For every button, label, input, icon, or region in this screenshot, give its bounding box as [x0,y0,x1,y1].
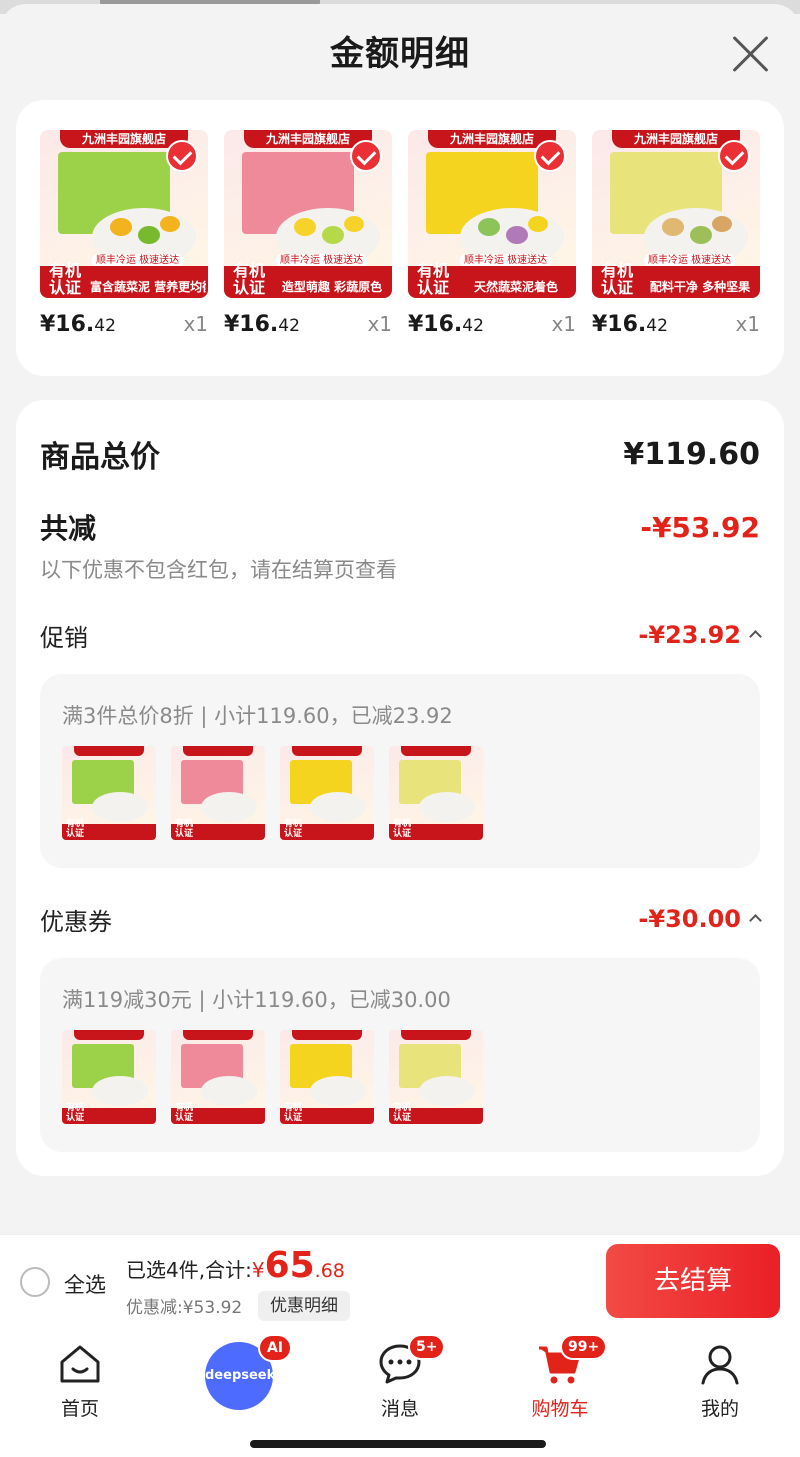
product-image: 九洲丰园旗舰店 顺丰冷运 极速送达 有机认证 富含蔬菜泥 营养更均衡 [40,130,208,298]
discount-note: 以下优惠不包含红包，请在结算页查看 [40,558,397,582]
promotion-rule: 满3件总价8折 | 小计119.60，已减23.92 [62,704,453,728]
promotion-header[interactable]: 促销 -¥23.92 [40,620,762,652]
home-icon [60,1345,100,1383]
organic-tag: 有机认证 [416,261,449,297]
checked-icon[interactable] [166,140,198,172]
tab-cart[interactable]: 购物车 99+ [510,1334,610,1421]
tab-mine-label: 我的 [700,1398,739,1420]
product-qty: x1 [183,312,208,336]
tab-messages[interactable]: 消息 5+ [350,1334,450,1421]
total-price-value: ¥119.60 [623,436,760,472]
total-price-label: 商品总价 [40,440,160,475]
tab-mine[interactable]: 我的 [670,1340,770,1421]
promotion-product-thumb[interactable]: 有机认证 [62,746,156,840]
promotion-product-thumb[interactable]: 有机认证 [389,746,483,840]
checked-icon[interactable] [350,140,382,172]
tab-messages-label: 消息 [380,1398,419,1420]
close-icon[interactable] [730,34,770,74]
bottom-tab-bar: 首页 deepseek AI 消息 5+ 购物车 99+ 我的 [0,1330,800,1457]
product-slogan: 配料干净 多种坚果 [649,280,751,294]
promotion-group: 满3件总价8折 | 小计119.60，已减23.92 有机认证 有机认证 有机认… [40,674,760,868]
messages-badge: 5+ [408,1334,446,1360]
product-price: ¥16.42 [40,312,116,337]
select-all-label[interactable]: 全选 [64,1269,106,1299]
price-detail-card: 商品总价 ¥119.60 共减 -¥53.92 以下优惠不包含红包，请在结算页查… [16,400,784,1176]
product-image: 九洲丰园旗舰店 顺丰冷运 极速送达 有机认证 造型萌趣 彩蔬原色 [224,130,392,298]
cart-badge: 99+ [560,1334,608,1360]
product-slogan: 天然蔬菜泥着色 [473,280,558,294]
promotion-product-thumb[interactable]: 有机认证 [171,746,265,840]
product-image: 九洲丰园旗舰店 顺丰冷运 极速送达 有机认证 天然蔬菜泥着色 [408,130,576,298]
product-image: 九洲丰园旗舰店 顺丰冷运 极速送达 有机认证 配料干净 多种坚果 [592,130,760,298]
checked-icon[interactable] [718,140,750,172]
product-strip: 九洲丰园旗舰店 顺丰冷运 极速送达 有机认证 富含蔬菜泥 营养更均衡 ¥16.4… [16,100,784,376]
organic-tag: 有机认证 [48,261,81,297]
product-item[interactable]: 九洲丰园旗舰店 顺丰冷运 极速送达 有机认证 配料干净 多种坚果 ¥16.42 … [592,130,760,376]
user-icon [701,1345,739,1385]
product-slogan: 富含蔬菜泥 营养更均衡 [90,280,206,294]
total-discount-value: -¥53.92 [640,510,760,544]
product-item[interactable]: 九洲丰园旗舰店 顺丰冷运 极速送达 有机认证 天然蔬菜泥着色 ¥16.42 x1 [408,130,576,376]
checkout-button[interactable]: 去结算 [606,1244,780,1318]
sheet-header: 金额明细 [0,4,800,100]
coupon-group: 满119减30元 | 小计119.60，已减30.00 有机认证 有机认证 有机… [40,958,760,1152]
promotion-label: 促销 [40,623,88,652]
promotion-value: -¥23.92 [638,621,741,649]
organic-tag: 有机认证 [600,261,633,297]
discount-summary: 优惠减:¥53.92 [126,1298,243,1318]
total-discount-label: 共减 [40,512,97,545]
coupon-product-thumb[interactable]: 有机认证 [171,1030,265,1124]
amount-detail-sheet: 金额明细 九洲丰园旗舰店 顺丰冷运 极速送达 有机认证 富含蔬菜泥 营养更均衡 … [0,4,800,1234]
coupon-header[interactable]: 优惠券 -¥30.00 [40,904,762,936]
product-price: ¥16.42 [224,312,300,337]
product-slogan: 造型萌趣 彩蔬原色 [281,280,383,294]
product-qty: x1 [735,312,760,336]
product-price: ¥16.42 [408,312,484,337]
promotion-product-thumb[interactable]: 有机认证 [280,746,374,840]
chevron-up-icon[interactable] [749,914,762,927]
coupon-product-thumb[interactable]: 有机认证 [280,1030,374,1124]
coupon-label: 优惠券 [40,907,112,936]
coupon-product-thumb[interactable]: 有机认证 [62,1030,156,1124]
product-item[interactable]: 九洲丰园旗舰店 顺丰冷运 极速送达 有机认证 富含蔬菜泥 营养更均衡 ¥16.4… [40,130,208,376]
checked-icon[interactable] [534,140,566,172]
tab-home[interactable]: 首页 [30,1340,130,1421]
discount-detail-button[interactable]: 优惠明细 [258,1291,350,1321]
coupon-value: -¥30.00 [638,905,741,933]
coupon-product-thumb[interactable]: 有机认证 [389,1030,483,1124]
product-price: ¥16.42 [592,312,668,337]
ai-badge: AI [258,1334,292,1362]
checkout-bar: 全选 已选4件,合计:¥65.68 优惠减:¥53.92 优惠明细 去结算 [0,1234,800,1330]
tab-home-label: 首页 [60,1398,99,1420]
product-qty: x1 [367,312,392,336]
select-all-checkbox[interactable] [20,1267,50,1297]
product-item[interactable]: 九洲丰园旗舰店 顺丰冷运 极速送达 有机认证 造型萌趣 彩蔬原色 ¥16.42 … [224,130,392,376]
coupon-rule: 满119减30元 | 小计119.60，已减30.00 [62,988,451,1012]
home-indicator [250,1440,546,1448]
product-qty: x1 [551,312,576,336]
sheet-title: 金额明细 [330,34,470,74]
organic-tag: 有机认证 [232,261,265,297]
tab-cart-label: 购物车 [531,1398,589,1420]
selected-total: 已选4件,合计:¥65.68 [126,1245,345,1286]
chevron-up-icon[interactable] [749,630,762,643]
